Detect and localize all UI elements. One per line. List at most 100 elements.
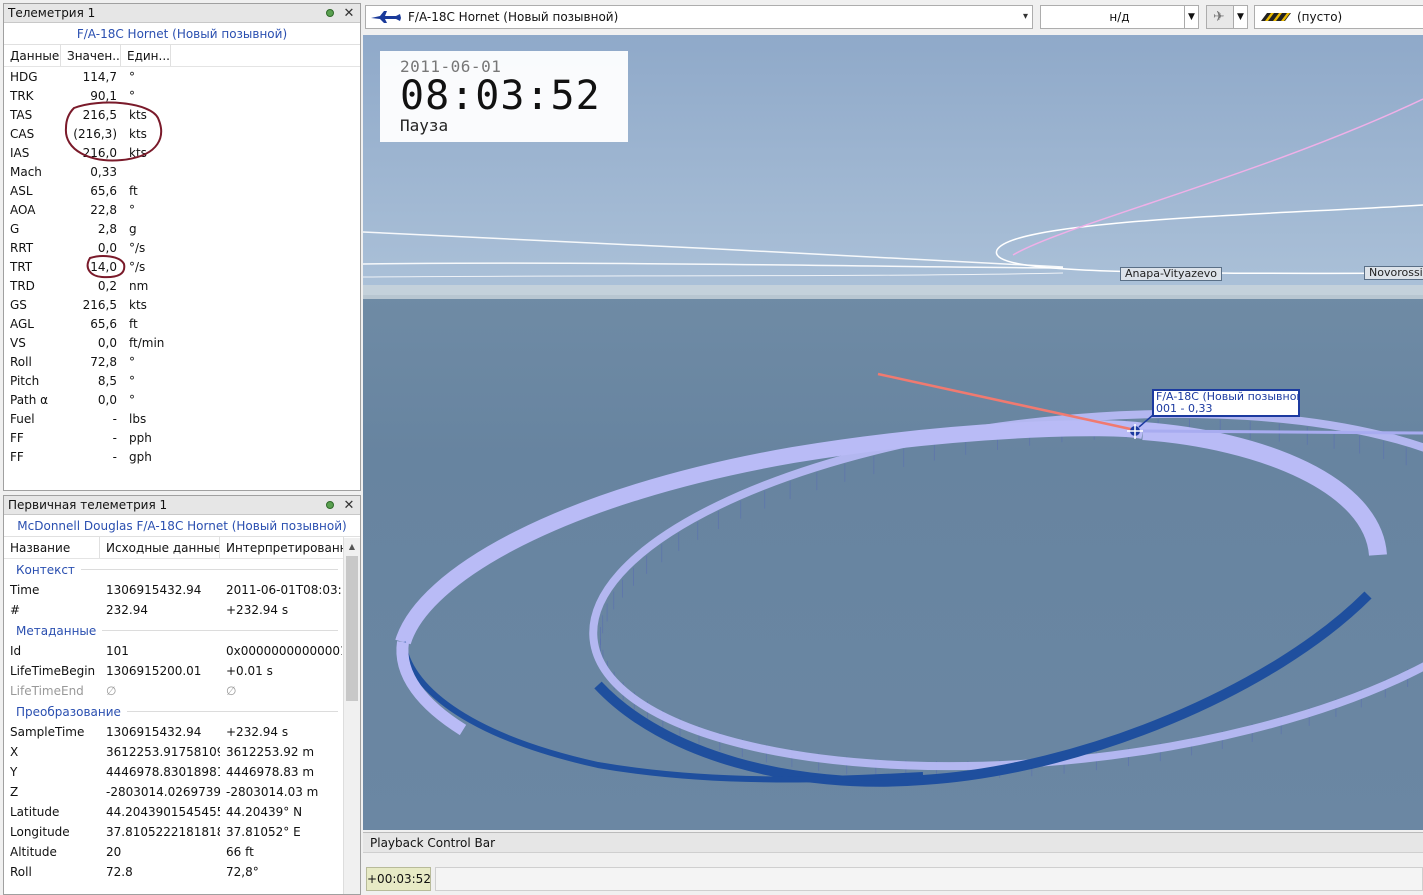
table-row[interactable]: Pitch 8,5 °: [4, 371, 360, 390]
group-header[interactable]: Контекст: [4, 559, 344, 580]
white-trail: [363, 231, 1064, 268]
telemetry-value: 8,5: [97, 373, 117, 388]
telemetry-name: FF: [10, 449, 24, 464]
raw-value: 1306915432.94: [106, 725, 202, 739]
table-row[interactable]: FF - pph: [4, 428, 360, 447]
table-row[interactable]: Id 101 0x0000000000000101: [4, 641, 344, 661]
table-row[interactable]: LifeTimeEnd ∅ ∅: [4, 681, 344, 701]
annotation-overlay: [64, 101, 163, 279]
camera-mode-button[interactable]: ✈ ▼: [1206, 5, 1248, 29]
aircraft-label[interactable]: F/A-18C (Новый позывной) 001 - 0,33: [1152, 389, 1300, 417]
table-row[interactable]: SampleTime 1306915432.94 +232.94 s: [4, 722, 344, 742]
empty-select[interactable]: (пусто): [1254, 5, 1423, 29]
table-row[interactable]: Z -2803014.02697396 -2803014.03 m: [4, 782, 344, 802]
white-trail: [363, 262, 1064, 269]
raw-telemetry-object-name: McDonnell Douglas F/A-18C Hornet (Новый …: [4, 515, 360, 537]
track-ribbon: [395, 409, 1423, 787]
telemetry-value: 0,0: [97, 335, 117, 350]
close-icon[interactable]: ✕: [341, 497, 357, 513]
raw-value: 72.8: [106, 865, 133, 879]
group-divider: [102, 630, 338, 631]
hazard-stripes-icon: [1261, 13, 1291, 21]
raw-table-header: Название Исходные данные Интерпретирован…: [4, 537, 360, 559]
object-select[interactable]: F/A-18C Hornet (Новый позывной) ▾: [365, 5, 1033, 29]
group-header[interactable]: Метаданные: [4, 620, 344, 641]
table-row[interactable]: Roll 72.8 72,8°: [4, 862, 344, 882]
interpreted-value: 44.20439° N: [226, 805, 303, 819]
pink-trail: [1012, 98, 1423, 256]
table-row[interactable]: LifeTimeBegin 1306915200.01 +0.01 s: [4, 661, 344, 681]
raw-telemetry-panel-title: Первичная телеметрия 1: [8, 498, 168, 512]
group-header[interactable]: Преобразование: [4, 701, 344, 722]
place-label-novorossiysk[interactable]: Novorossiy: [1364, 266, 1423, 280]
telemetry-value: -: [112, 449, 117, 464]
playback-control-bar: Playback Control Bar +00:03:52: [363, 832, 1423, 895]
table-row[interactable]: Fuel - lbs: [4, 409, 360, 428]
raw-telemetry-rows: Контекст Time 1306915432.94 2011-06-01T08:0…: [4, 559, 344, 882]
table-row[interactable]: FF - gph: [4, 447, 360, 466]
table-row[interactable]: X 3612253.91758109 3612253.92 m: [4, 742, 344, 762]
raw-name: LifeTimeEnd: [10, 684, 84, 698]
table-row[interactable]: Latitude 44.2043901545455 44.20439° N: [4, 802, 344, 822]
raw-vertical-scrollbar[interactable]: ▲: [343, 538, 360, 894]
table-row[interactable]: Time 1306915432.94 2011-06-01T08:03:52.94: [4, 580, 344, 600]
empty-select-value: (пусто): [1297, 10, 1343, 24]
place-label-anapa[interactable]: Anapa-Vityazevo: [1120, 267, 1222, 281]
telemetry-value: 72,8: [90, 354, 117, 369]
horizon-haze: [363, 285, 1423, 299]
table-row[interactable]: Longitude 37.8105222181818 37.81052° E: [4, 822, 344, 842]
interpreted-value: 37.81052° E: [226, 825, 301, 839]
telemetry-value: -: [112, 430, 117, 445]
telemetry-unit: lbs: [129, 411, 147, 426]
interpreted-value: +0.01 s: [226, 664, 273, 678]
column-header-name[interactable]: Название: [4, 537, 100, 558]
target-select-value: н/д: [1109, 10, 1130, 24]
group-divider: [80, 569, 338, 570]
pin-icon[interactable]: [322, 497, 338, 513]
raw-name: Roll: [10, 865, 32, 879]
raw-value: 44.2043901545455: [106, 805, 220, 819]
table-row[interactable]: Path α 0,0 °: [4, 390, 360, 409]
raw-name: Altitude: [10, 845, 57, 859]
interpreted-value: +232.94 s: [226, 725, 289, 739]
target-select[interactable]: н/д ▼: [1040, 5, 1199, 29]
telemetry-value: -: [112, 411, 117, 426]
table-row[interactable]: Altitude 20 66 ft: [4, 842, 344, 862]
interpreted-value: -2803014.03 m: [226, 785, 319, 799]
telemetry-name: Fuel: [10, 411, 35, 426]
playback-bar-title: Playback Control Bar: [363, 833, 1423, 853]
track-line-right: [1142, 429, 1423, 435]
telemetry-name: VS: [10, 335, 26, 350]
scroll-up-icon[interactable]: ▲: [344, 538, 360, 554]
interpreted-value: 3612253.92 m: [226, 745, 315, 759]
telemetry-unit: ft: [129, 316, 138, 331]
interpreted-value: 66 ft: [226, 845, 254, 859]
raw-name: LifeTimeBegin: [10, 664, 96, 678]
column-header-interpreted[interactable]: Интерпретированное: [220, 537, 344, 558]
table-row[interactable]: AGL 65,6 ft: [4, 314, 360, 333]
telemetry-name: Pitch: [10, 373, 40, 388]
table-row[interactable]: Roll 72,8 °: [4, 352, 360, 371]
group-label: Контекст: [16, 562, 75, 577]
timeline-track[interactable]: [435, 867, 1423, 891]
scroll-thumb[interactable]: [346, 556, 358, 701]
chevron-down-icon: ▾: [1022, 11, 1028, 22]
telemetry-name: AGL: [10, 316, 34, 331]
raw-name: SampleTime: [10, 725, 85, 739]
column-header-raw[interactable]: Исходные данные: [100, 537, 220, 558]
table-row[interactable]: Y 4446978.83018981 4446978.83 m: [4, 762, 344, 782]
view-toolbar: F/A-18C Hornet (Новый позывной) ▾ н/д ▼ …: [363, 3, 1423, 31]
telemetry-name: FF: [10, 430, 24, 445]
table-row[interactable]: #232.94 +232.94 s: [4, 600, 344, 620]
white-trail: [995, 204, 1423, 275]
3d-view[interactable]: 2011-06-01 08:03:52 Пауза Anapa-Vityazev…: [363, 35, 1423, 830]
interpreted-value: 4446978.83 m: [226, 765, 315, 779]
table-row[interactable]: VS 0,0 ft/min: [4, 333, 360, 352]
chevron-down-icon: ▼: [1233, 6, 1247, 28]
raw-name: Id: [10, 644, 22, 658]
telemetry-name: Path α: [10, 392, 49, 407]
telemetry-unit: °: [129, 354, 135, 369]
scene-overlay: [363, 98, 1423, 787]
time-offset-display[interactable]: +00:03:52: [366, 867, 431, 891]
raw-value: 20: [106, 845, 122, 859]
